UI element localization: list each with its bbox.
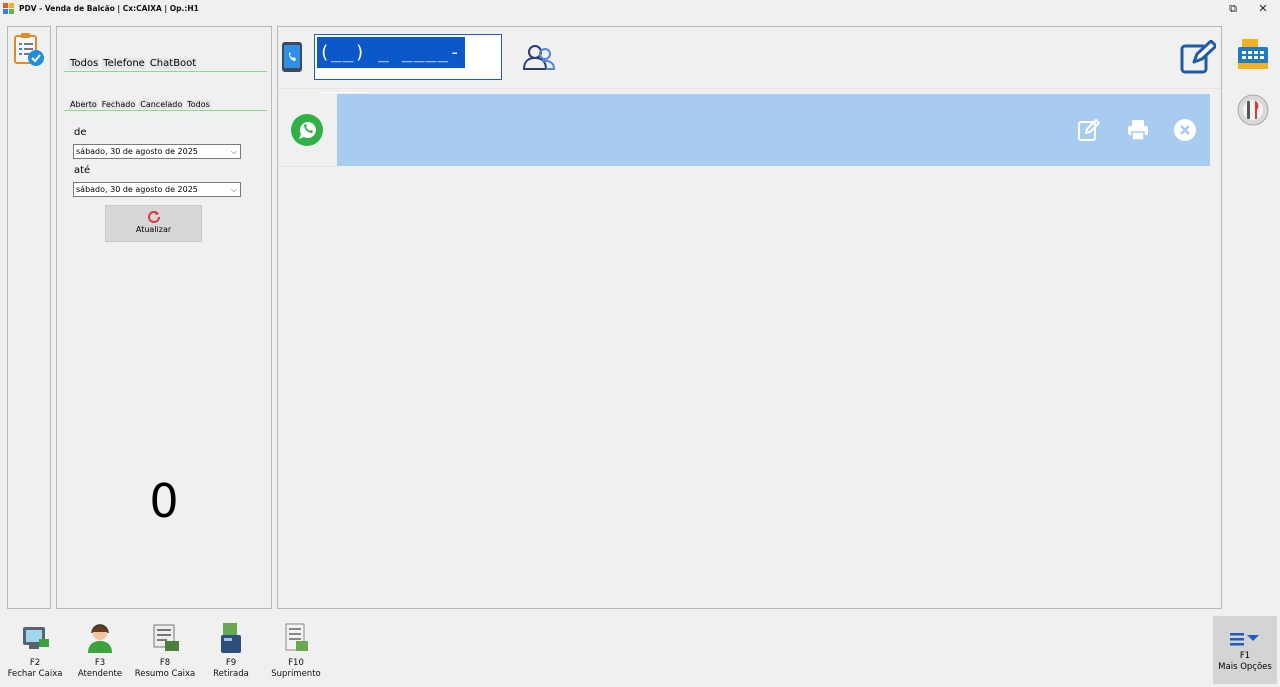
supply-icon bbox=[285, 623, 308, 651]
tab-aberto[interactable]: Aberto bbox=[69, 100, 98, 109]
phone-mask-text: (__) _ ____-____ bbox=[317, 37, 465, 94]
attendant-icon bbox=[88, 624, 112, 653]
customers-icon[interactable] bbox=[522, 44, 556, 70]
supply-button[interactable]: F10 Suprimento bbox=[264, 621, 328, 680]
divider bbox=[278, 166, 338, 167]
whatsapp-icon bbox=[291, 114, 323, 146]
f9-label: Retirada bbox=[213, 669, 249, 679]
f3-key: F3 bbox=[94, 658, 106, 668]
tab-cancelado[interactable]: Cancelado bbox=[139, 100, 184, 109]
cash-summary-button[interactable]: F8 Resumo Caixa bbox=[133, 621, 197, 680]
from-date-value: sábado, 30 de agosto de 2025 bbox=[76, 147, 198, 156]
f3-label: Atendente bbox=[77, 669, 123, 679]
phone-input[interactable]: (__) _ ____-____ bbox=[314, 34, 502, 94]
f2-key: F2 bbox=[29, 658, 41, 668]
close-cash-icon bbox=[23, 627, 49, 649]
to-date-picker[interactable]: sábado, 30 de agosto de 2025 ⌵ bbox=[73, 182, 241, 197]
divider bbox=[278, 88, 1221, 89]
close-cash-button[interactable]: F2 Fechar Caixa bbox=[3, 621, 67, 680]
tab-todos[interactable]: Todos bbox=[69, 58, 100, 69]
orders-count: 0 bbox=[149, 474, 179, 528]
phone-icon bbox=[282, 42, 302, 72]
restore-button[interactable]: ⧉ bbox=[1221, 2, 1245, 16]
divider bbox=[64, 110, 267, 111]
tab-fechado[interactable]: Fechado bbox=[100, 100, 137, 109]
f1-label: Mais Opções bbox=[1218, 662, 1272, 672]
left-toolbar bbox=[7, 26, 51, 609]
close-window-button[interactable]: ✕ bbox=[1251, 2, 1275, 16]
f8-label: Resumo Caixa bbox=[134, 669, 196, 679]
refresh-button[interactable]: Atualizar bbox=[105, 205, 202, 242]
tab-telefone[interactable]: Telefone bbox=[102, 58, 146, 69]
from-label: de bbox=[74, 127, 87, 138]
f10-key: F10 bbox=[288, 658, 304, 668]
divider bbox=[64, 71, 267, 72]
edit-icon[interactable] bbox=[1077, 118, 1101, 142]
to-date-value: sábado, 30 de agosto de 2025 bbox=[76, 185, 198, 194]
restaurant-icon[interactable] bbox=[1237, 94, 1269, 126]
f8-key: F8 bbox=[159, 658, 171, 668]
f2-label: Fechar Caixa bbox=[7, 669, 63, 679]
menu-chevron-icon bbox=[1230, 633, 1259, 646]
app-logo-icon bbox=[3, 3, 14, 14]
order-checklist-icon[interactable] bbox=[12, 32, 46, 68]
cancel-order-icon[interactable] bbox=[1173, 118, 1197, 142]
f1-key: F1 bbox=[1239, 651, 1251, 661]
tab-chatboot[interactable]: ChatBoot bbox=[148, 58, 198, 69]
f9-key: F9 bbox=[225, 658, 237, 668]
more-options-button[interactable]: F1 Mais Opções bbox=[1213, 616, 1277, 684]
source-tabs: Todos Telefone ChatBoot bbox=[69, 58, 200, 69]
status-tabs: Aberto Fechado Cancelado Todos bbox=[69, 100, 214, 109]
refresh-icon bbox=[147, 211, 160, 223]
cash-summary-icon bbox=[153, 624, 179, 651]
window-title: PDV - Venda de Balcão | Cx:CAIXA | Op.:H… bbox=[19, 4, 199, 13]
cash-register-icon[interactable] bbox=[1236, 37, 1270, 71]
chevron-down-icon: ⌵ bbox=[230, 185, 237, 194]
attendant-button[interactable]: F3 Atendente bbox=[68, 621, 132, 680]
chevron-down-icon: ⌵ bbox=[230, 147, 237, 156]
tab-todos-status[interactable]: Todos bbox=[186, 100, 211, 109]
to-label: até bbox=[74, 165, 91, 176]
from-date-picker[interactable]: sábado, 30 de agosto de 2025 ⌵ bbox=[73, 144, 241, 159]
withdrawal-button[interactable]: F9 Retirada bbox=[199, 621, 263, 680]
refresh-label: Atualizar bbox=[135, 225, 172, 234]
f10-label: Suprimento bbox=[271, 669, 321, 679]
withdrawal-icon bbox=[221, 623, 241, 653]
new-order-edit-icon[interactable] bbox=[1180, 40, 1216, 74]
print-icon[interactable] bbox=[1126, 118, 1150, 142]
